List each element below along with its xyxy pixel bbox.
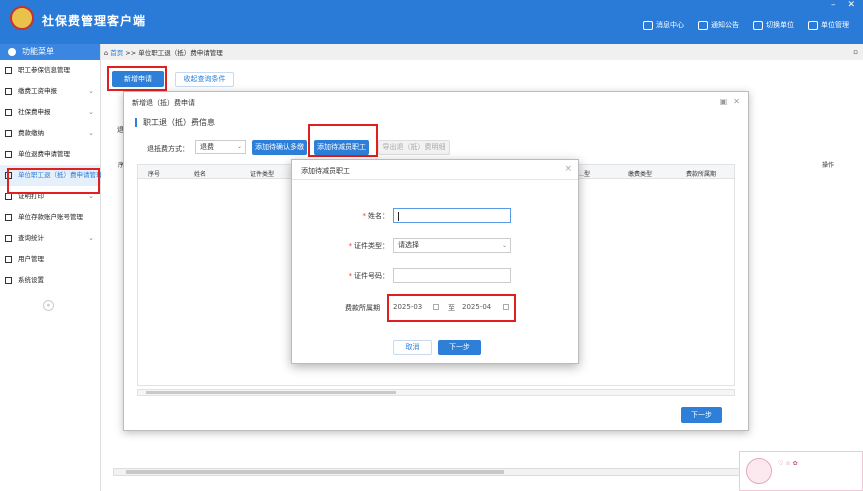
add-reduce-staff-dialog: 添加待减员职工 × * 姓名： * 证件类型： 请选择 ⌄ * 证件号码： 费款所属期 … bbox=[291, 159, 579, 364]
name-label: * 姓名： bbox=[362, 212, 390, 220]
app-header: 社保费管理客户端 – ✕ 消息中心 通知公告 切换单位 单位管理 bbox=[0, 0, 863, 44]
name-input[interactable] bbox=[393, 208, 511, 223]
edit-icon bbox=[5, 88, 12, 95]
required-mark: * bbox=[348, 272, 353, 280]
mascot-face-icon bbox=[746, 458, 772, 484]
window-controls: – ✕ bbox=[819, 0, 855, 10]
chevron-down-icon: ⌄ bbox=[88, 108, 94, 116]
col-idtype: 证件类型 bbox=[250, 171, 275, 178]
sidebar-item-insured-info[interactable]: 职工参保信息管理 bbox=[0, 60, 100, 81]
notice-icon bbox=[698, 20, 708, 30]
export-detail-button[interactable]: 导出退（抵）费明细 bbox=[378, 140, 450, 155]
list-icon bbox=[5, 67, 12, 74]
highlight-period-range bbox=[387, 294, 516, 322]
sidebar-item-system-settings[interactable]: 系统设置 bbox=[0, 270, 100, 291]
highlight-sidebar-item bbox=[7, 168, 100, 194]
cancel-button[interactable]: 取消 bbox=[393, 340, 432, 355]
tab-close-icon[interactable]: ▫ bbox=[853, 48, 858, 56]
close-icon[interactable]: ✕ bbox=[733, 97, 740, 106]
maximize-icon[interactable]: ▣ bbox=[720, 97, 728, 106]
nav-message-center[interactable]: 消息中心 bbox=[643, 20, 684, 30]
doc-icon bbox=[5, 109, 12, 116]
modal-controls: ▣ ✕ bbox=[714, 97, 740, 106]
app-title: 社保费管理客户端 bbox=[42, 14, 147, 28]
dialog-next-button[interactable]: 下一步 bbox=[438, 340, 481, 355]
switch-icon bbox=[753, 20, 763, 30]
col-name: 姓名 bbox=[194, 171, 207, 178]
scrollbar-thumb[interactable] bbox=[146, 391, 396, 394]
stats-icon bbox=[5, 235, 12, 242]
background-col-operation: 操作 bbox=[822, 162, 835, 169]
required-mark: * bbox=[348, 242, 353, 250]
highlight-new-button bbox=[107, 66, 167, 91]
account-icon bbox=[5, 214, 12, 221]
home-icon: ⌂ bbox=[104, 49, 109, 57]
chevron-down-icon: ⌄ bbox=[501, 242, 507, 249]
collapse-query-button[interactable]: 收起查询条件 bbox=[175, 72, 234, 87]
table-horizontal-scrollbar[interactable] bbox=[137, 389, 735, 396]
mascot-widget[interactable]: ♡ ☆ ✿ bbox=[739, 451, 863, 491]
period-label: 费款所属期 bbox=[345, 304, 380, 312]
close-button[interactable]: ✕ bbox=[847, 0, 855, 10]
idtype-label: * 证件类型： bbox=[348, 242, 390, 250]
breadcrumb-home[interactable]: 首页 bbox=[110, 49, 123, 57]
sidebar-collapse-button[interactable]: « bbox=[43, 300, 54, 311]
col-partial: …型 bbox=[578, 171, 591, 178]
section-title: 职工退（抵）费信息 bbox=[135, 118, 215, 127]
sidebar-heading: 功能菜单 bbox=[0, 44, 100, 60]
nav-unit-manage[interactable]: 单位管理 bbox=[808, 20, 849, 30]
highlight-add-reduce-button bbox=[308, 124, 378, 157]
col-period: 费款所属期 bbox=[686, 171, 717, 178]
text-cursor bbox=[398, 212, 399, 221]
unit-icon bbox=[808, 20, 818, 30]
idtype-select[interactable]: 请选择 ⌄ bbox=[393, 238, 511, 253]
scrollbar-thumb[interactable] bbox=[126, 470, 504, 474]
payment-icon bbox=[5, 130, 12, 137]
breadcrumb-current: 单位职工退（抵）费申请管理 bbox=[138, 49, 223, 57]
nav-notice[interactable]: 通知公告 bbox=[698, 20, 739, 30]
speaker-icon bbox=[643, 20, 653, 30]
chevron-down-icon: ⌄ bbox=[88, 129, 94, 137]
idno-label: * 证件号码： bbox=[348, 272, 390, 280]
sidebar-item-payment[interactable]: 费款缴纳 ⌄ bbox=[0, 123, 100, 144]
sidebar-item-query-stats[interactable]: 查询统计 ⌄ bbox=[0, 228, 100, 249]
settings-icon bbox=[5, 277, 12, 284]
col-seq: 序号 bbox=[148, 171, 161, 178]
chevron-down-icon: ⌄ bbox=[88, 87, 94, 95]
method-label: 退抵费方式： bbox=[147, 145, 189, 153]
add-confirm-overpay-button[interactable]: 添加待确认多缴 bbox=[252, 140, 307, 155]
print-icon bbox=[5, 193, 12, 200]
refund-icon bbox=[5, 151, 12, 158]
sidebar-item-deposit-account[interactable]: 单位存款账户账号管理 bbox=[0, 207, 100, 228]
chevron-down-icon: ⌄ bbox=[236, 143, 242, 150]
chevron-down-icon: ⌄ bbox=[88, 234, 94, 242]
dialog-title: 添加待减员职工 bbox=[292, 160, 578, 180]
idno-input[interactable] bbox=[393, 268, 511, 283]
modal-title: 新增退（抵）费申请 bbox=[132, 99, 195, 107]
top-nav: 消息中心 通知公告 切换单位 单位管理 bbox=[643, 20, 863, 30]
required-mark: * bbox=[362, 212, 367, 220]
modal-next-button[interactable]: 下一步 bbox=[681, 407, 722, 423]
nav-switch-unit[interactable]: 切换单位 bbox=[753, 20, 794, 30]
sidebar-item-user-manage[interactable]: 用户管理 bbox=[0, 249, 100, 270]
national-emblem-logo bbox=[10, 6, 34, 30]
gear-icon bbox=[5, 256, 12, 263]
breadcrumb-sep: >> bbox=[125, 49, 137, 57]
mascot-decoration: ♡ ☆ ✿ bbox=[778, 460, 798, 467]
method-select[interactable]: 退费 ⌄ bbox=[195, 140, 246, 154]
sidebar-item-fee-declare[interactable]: 社保费申报 ⌄ bbox=[0, 102, 100, 123]
close-icon[interactable]: × bbox=[564, 164, 572, 174]
sidebar-item-wage-declare[interactable]: 缴费工资申报 ⌄ bbox=[0, 81, 100, 102]
col-paytype: 缴费类型 bbox=[628, 171, 653, 178]
breadcrumb: ⌂ 首页 >> 单位职工退（抵）费申请管理 bbox=[104, 47, 223, 57]
sidebar-item-refund-manage[interactable]: 单位退费申请管理 bbox=[0, 144, 100, 165]
sidebar: 功能菜单 职工参保信息管理 缴费工资申报 ⌄ 社保费申报 ⌄ 费款缴纳 ⌄ 单位退费申… bbox=[0, 44, 103, 491]
minimize-button[interactable]: – bbox=[831, 0, 836, 10]
